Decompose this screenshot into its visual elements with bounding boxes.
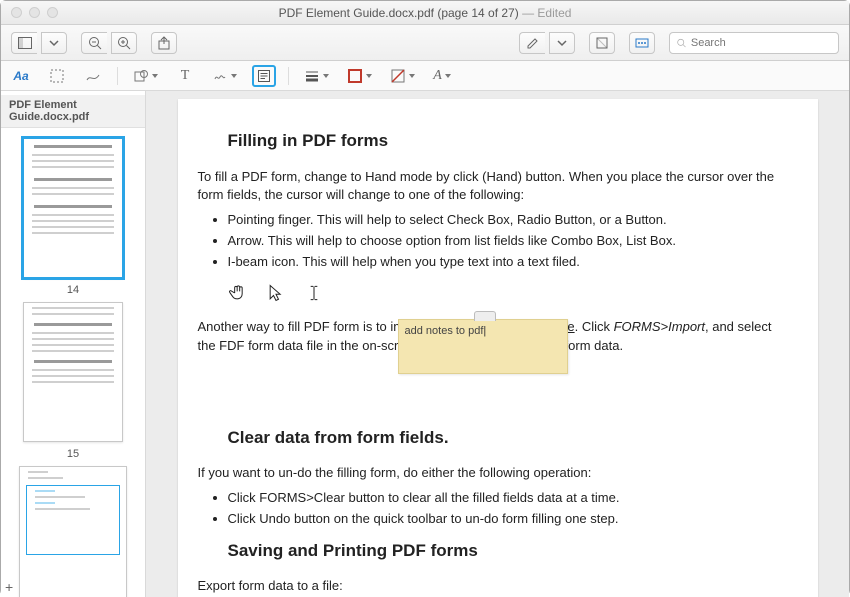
sign-dropdown-button[interactable]: [209, 65, 240, 87]
primary-toolbar: [1, 25, 849, 61]
thumbnail-page-number: 15: [67, 448, 79, 460]
sticky-note-text[interactable]: add notes to pdf: [405, 325, 484, 337]
selection-tool-button[interactable]: [45, 65, 69, 87]
sticky-note-tab[interactable]: [474, 311, 496, 321]
page-thumbnail[interactable]: [19, 466, 127, 597]
add-page-button[interactable]: +: [5, 579, 13, 595]
list-item: Click Undo button on the quick toolbar t…: [228, 510, 788, 529]
zoom-in-button[interactable]: [111, 32, 137, 54]
toolbar-separator: [288, 67, 289, 85]
fill-color-dropdown-button[interactable]: [387, 65, 418, 87]
list-item: Click FORMS>Clear button to clear all th…: [228, 489, 788, 508]
sticky-note[interactable]: add notes to pdf: [398, 319, 568, 374]
markup-toolbar: Aa T A: [1, 61, 849, 91]
close-window-button[interactable]: [11, 7, 22, 18]
window-title: PDF Element Guide.docx.pdf (page 14 of 2…: [1, 6, 849, 20]
window-titlebar: PDF Element Guide.docx.pdf (page 14 of 2…: [1, 1, 849, 25]
border-color-dropdown-button[interactable]: [344, 65, 375, 87]
page-thumbnail[interactable]: [23, 138, 123, 278]
cursor-examples: [228, 282, 788, 304]
title-filename: PDF Element Guide.docx.pdf: [279, 6, 434, 20]
sidebar-tab-label: PDF Element Guide.docx.pdf: [1, 95, 145, 128]
window-controls: [1, 7, 58, 18]
list-item: I-beam icon. This will help when you typ…: [228, 253, 788, 272]
line-style-dropdown-button[interactable]: [301, 65, 332, 87]
zoom-window-button[interactable]: [47, 7, 58, 18]
shapes-dropdown-button[interactable]: [130, 65, 161, 87]
rotate-button[interactable]: [589, 32, 615, 54]
share-button[interactable]: [151, 32, 177, 54]
zoom-out-button[interactable]: [81, 32, 107, 54]
search-input[interactable]: [691, 37, 832, 49]
document-page: Filling in PDF forms To fill a PDF form,…: [178, 99, 818, 597]
text-tool-button[interactable]: T: [173, 65, 197, 87]
minimize-window-button[interactable]: [29, 7, 40, 18]
search-icon: [676, 37, 687, 49]
text-style-button[interactable]: Aa: [9, 65, 33, 87]
text-caret: [483, 325, 486, 337]
thumbnail-sidebar[interactable]: PDF Element Guide.docx.pdf 14 15: [1, 91, 146, 597]
toolbar-separator: [117, 67, 118, 85]
highlight-tool-button[interactable]: [519, 32, 545, 54]
title-pageinfo: (page 14 of 27): [437, 6, 518, 20]
sketch-tool-button[interactable]: [81, 65, 105, 87]
list-item: Arrow. This will help to choose option f…: [228, 232, 788, 251]
highlight-dropdown-button[interactable]: [549, 32, 575, 54]
heading: Saving and Printing PDF forms: [228, 539, 788, 564]
paragraph: To fill a PDF form, change to Hand mode …: [198, 168, 788, 206]
list-item: Pointing finger. This will help to selec…: [228, 211, 788, 230]
paragraph: If you want to un-do the filling form, d…: [198, 464, 788, 483]
heading: Filling in PDF forms: [228, 129, 788, 154]
page-thumbnail[interactable]: [23, 302, 123, 442]
text-format-dropdown-button[interactable]: A: [430, 65, 454, 87]
hand-cursor-icon: [228, 282, 248, 304]
paragraph: Export form data to a file:: [198, 577, 788, 596]
title-edited: — Edited: [522, 6, 571, 20]
arrow-cursor-icon: [266, 282, 286, 304]
document-viewport[interactable]: Filling in PDF forms To fill a PDF form,…: [146, 91, 849, 597]
heading: Clear data from form fields.: [228, 426, 788, 451]
search-field[interactable]: [669, 32, 839, 54]
sidebar-toggle-button[interactable]: [11, 32, 37, 54]
ibeam-cursor-icon: [304, 282, 324, 304]
thumbnail-page-number: 14: [67, 284, 79, 296]
note-tool-button[interactable]: [252, 65, 276, 87]
markup-toolbar-button[interactable]: [629, 32, 655, 54]
sidebar-dropdown-button[interactable]: [41, 32, 67, 54]
